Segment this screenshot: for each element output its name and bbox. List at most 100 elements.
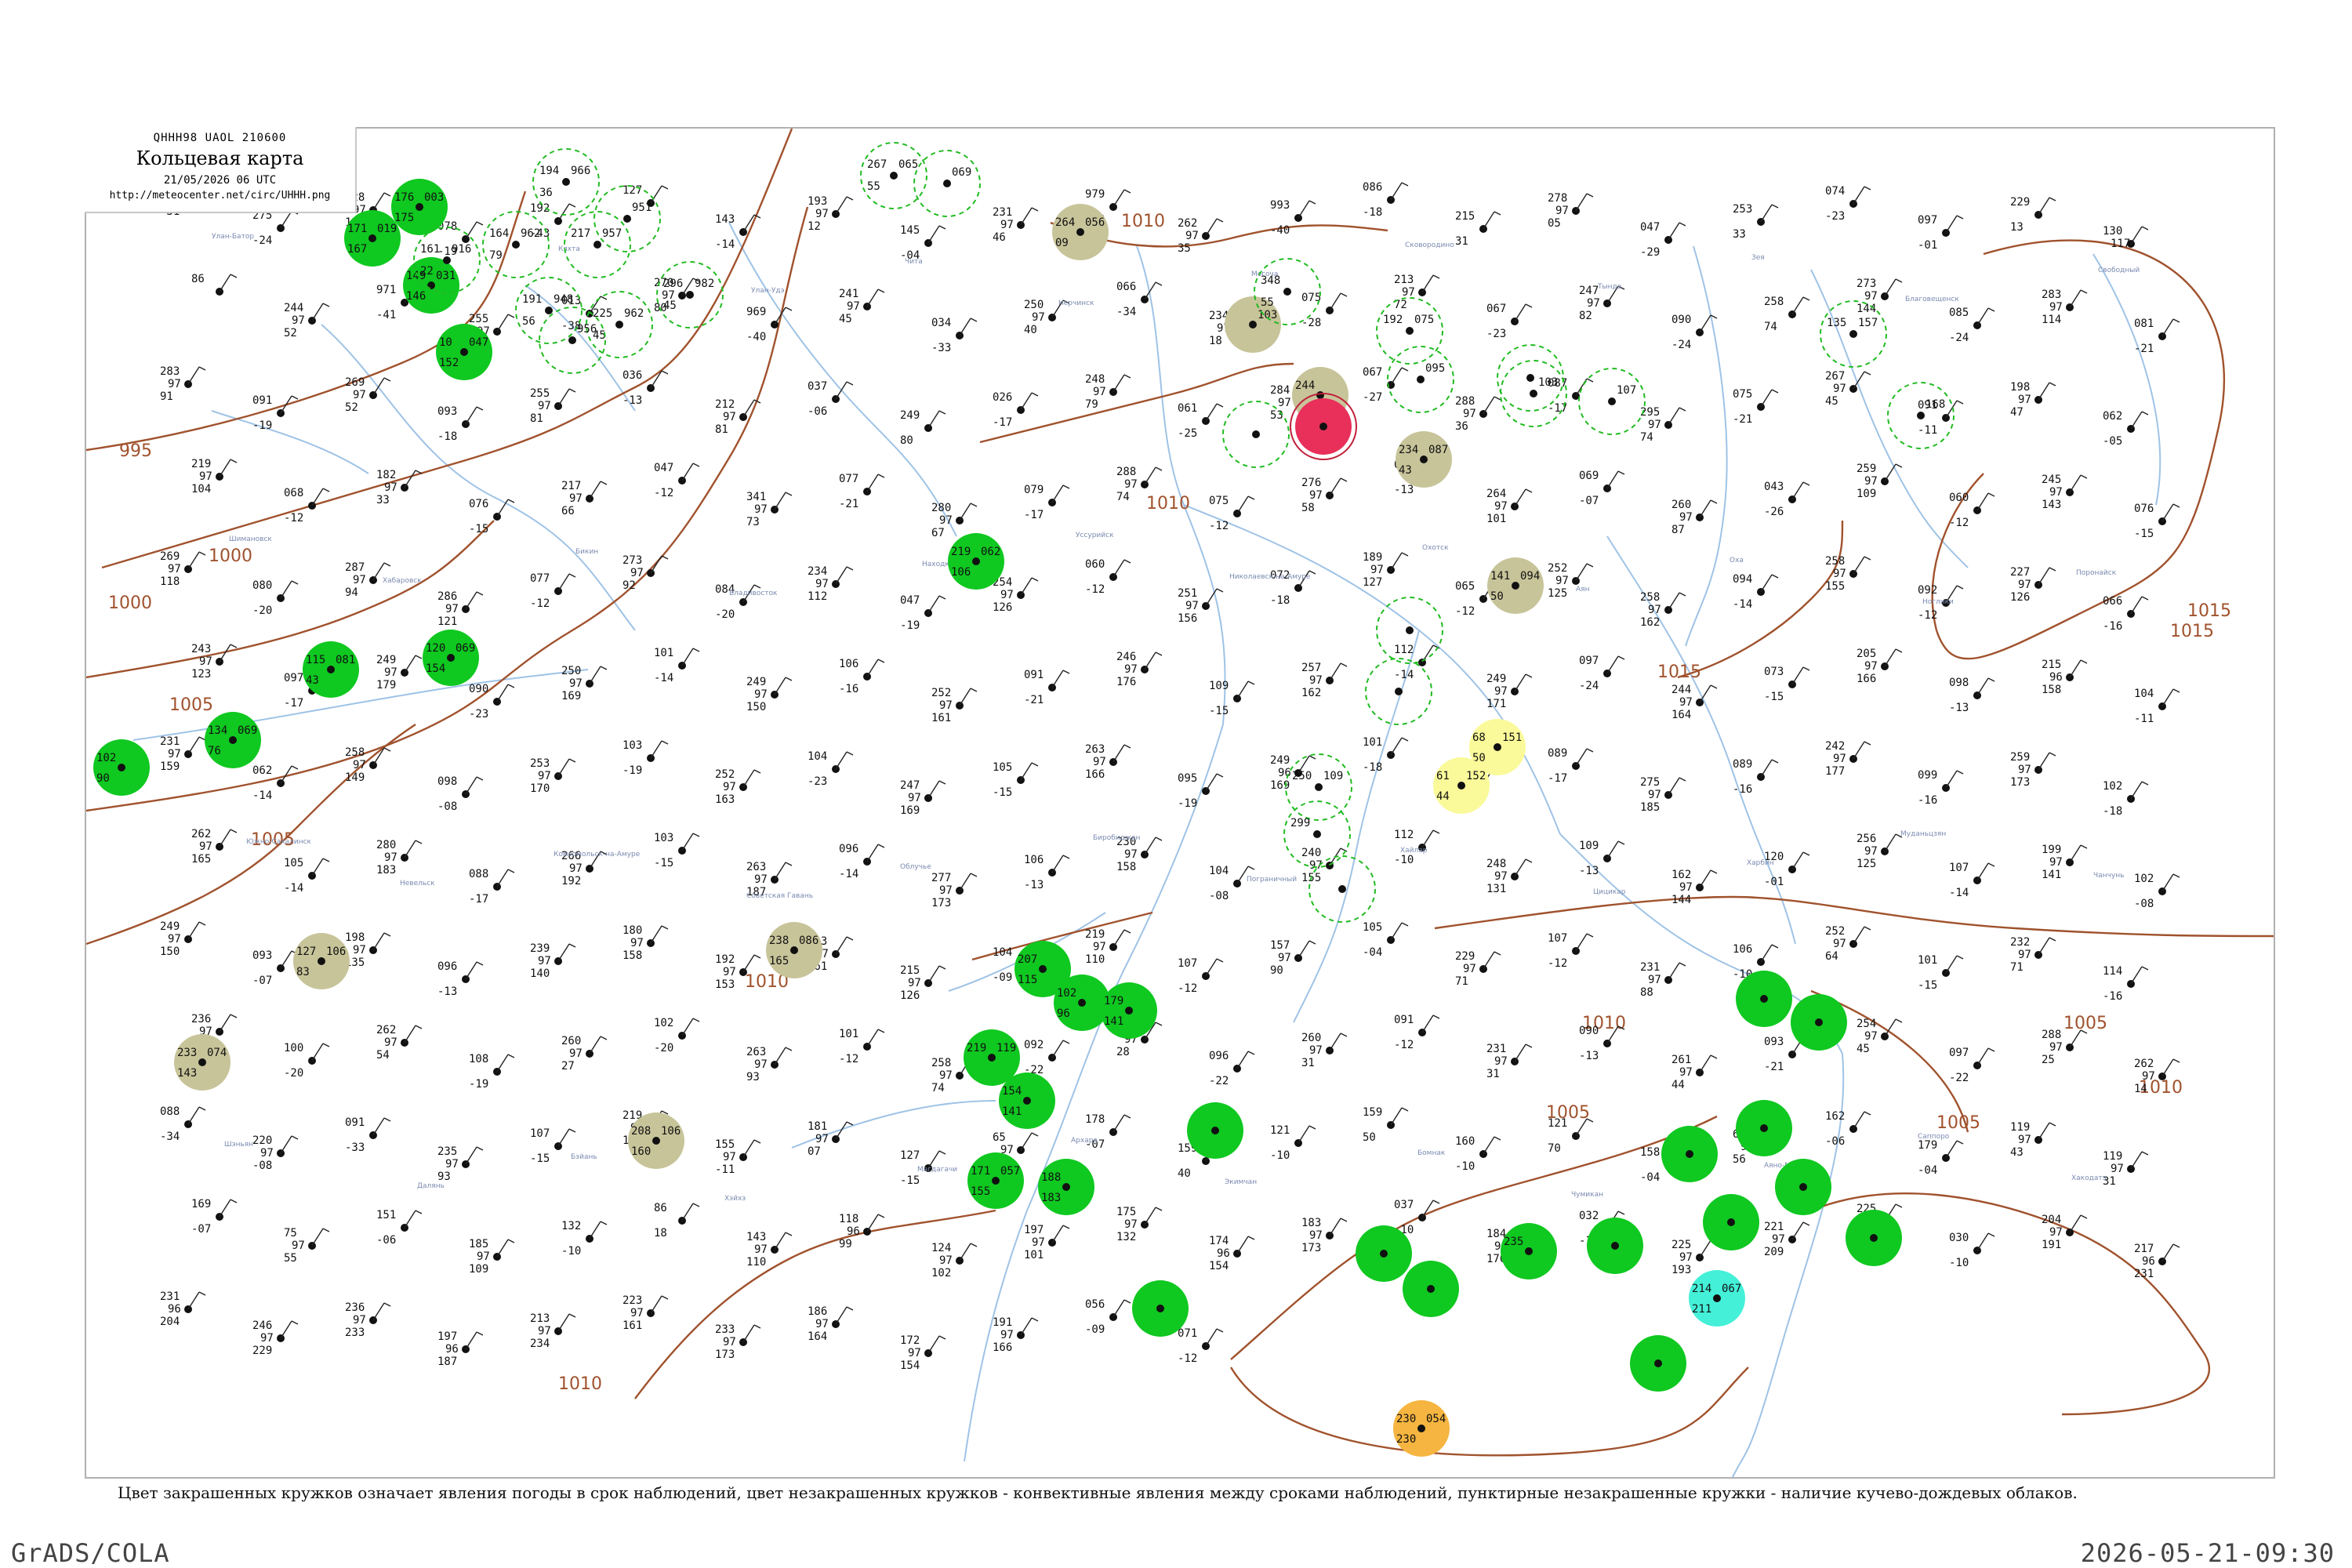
weather-circle-precip-green[interactable] bbox=[1132, 1280, 1189, 1337]
station-plot[interactable]: 2529764 bbox=[1825, 925, 1871, 963]
station-plot[interactable]: 23697233 bbox=[345, 1301, 391, 1339]
station-plot[interactable]: 076-15 bbox=[2134, 503, 2180, 540]
station-plot[interactable]: 22097-08 bbox=[252, 1134, 299, 1172]
station-plot[interactable]: 103-15 bbox=[654, 832, 700, 869]
station-plot[interactable]: 145-04 bbox=[900, 224, 946, 262]
station-plot[interactable]: 104-11 bbox=[2134, 688, 2180, 725]
station-plot[interactable]: 24997150 bbox=[746, 676, 793, 713]
station-plot[interactable]: 1939712 bbox=[808, 195, 854, 233]
station-plot[interactable]: 075-21 bbox=[1733, 388, 1779, 426]
station-plot[interactable]: 12497102 bbox=[931, 1242, 978, 1279]
station-plot[interactable]: 24697176 bbox=[1116, 651, 1163, 688]
station-plot[interactable]: 25297163 bbox=[715, 768, 761, 806]
station-plot[interactable]: 19197166 bbox=[993, 1316, 1039, 1354]
station-plot[interactable]: 096-14 bbox=[839, 843, 885, 880]
station-plot[interactable]: 089-16 bbox=[1733, 758, 1779, 796]
weather-circle-fog-olive[interactable]: 208 106160 bbox=[628, 1112, 684, 1169]
station-plot[interactable]: 102-20 bbox=[654, 1017, 700, 1054]
station-plot[interactable]: 034-33 bbox=[931, 317, 978, 354]
station-plot[interactable]: 24697229 bbox=[252, 1319, 299, 1357]
station-plot[interactable]: 28697121 bbox=[437, 590, 484, 628]
station-plot[interactable]: 19796187 bbox=[437, 1330, 484, 1368]
station-plot[interactable]: 114-16 bbox=[2103, 965, 2149, 1003]
station-plot[interactable]: 24980 bbox=[900, 409, 946, 447]
station-plot[interactable]: 2449752 bbox=[284, 302, 330, 339]
station-plot[interactable]: 18597109 bbox=[469, 1238, 515, 1276]
station-plot[interactable]: 102-18 bbox=[2103, 780, 2149, 818]
cb-cloud-circle[interactable]: 267 06555 bbox=[860, 142, 927, 209]
station-plot[interactable]: 759755 bbox=[284, 1227, 330, 1265]
station-plot[interactable]: 22913 bbox=[2010, 196, 2056, 234]
weather-circle-precip-green[interactable]: 115 08143 bbox=[303, 641, 359, 698]
station-plot[interactable]: 8618 bbox=[654, 1202, 700, 1240]
station-plot[interactable]: 2789705 bbox=[1548, 192, 1594, 230]
station-plot[interactable]: 15950 bbox=[1363, 1106, 1409, 1144]
station-plot[interactable]: 162-06 bbox=[1825, 1110, 1871, 1148]
station-plot[interactable]: 030-10 bbox=[1949, 1232, 1995, 1269]
cb-cloud-circle[interactable]: 095 bbox=[1387, 346, 1454, 413]
station-plot[interactable]: 2889736 bbox=[1455, 395, 1501, 433]
station-plot[interactable]: 21997104 bbox=[191, 458, 238, 495]
station-plot[interactable]: 132-10 bbox=[561, 1220, 608, 1258]
station-plot[interactable]: 121-10 bbox=[1270, 1124, 1316, 1162]
station-plot[interactable]: 105-04 bbox=[1363, 921, 1409, 959]
station-plot[interactable]: 25874 bbox=[1764, 296, 1810, 333]
station-plot[interactable]: 14397110 bbox=[746, 1231, 793, 1269]
station-plot[interactable]: 17597132 bbox=[1116, 1206, 1163, 1243]
station-plot[interactable]: 104-08 bbox=[1209, 865, 1255, 902]
station-plot[interactable]: 23196204 bbox=[160, 1290, 206, 1328]
station-plot[interactable]: 097-01 bbox=[1918, 214, 1964, 252]
weather-circle-precip-green[interactable]: 10290 bbox=[93, 739, 150, 796]
station-plot[interactable]: 27797173 bbox=[931, 872, 978, 909]
weather-circle-precip-green[interactable]: 10 047152 bbox=[436, 324, 492, 380]
weather-circle-precip-green[interactable]: 134 06976 bbox=[205, 712, 261, 768]
station-plot[interactable]: 091-33 bbox=[345, 1116, 391, 1154]
weather-circle-precip-green[interactable]: 235 bbox=[1501, 1223, 1557, 1279]
station-plot[interactable]: 104-23 bbox=[808, 750, 854, 788]
station-plot[interactable]: 066-16 bbox=[2103, 595, 2149, 633]
station-plot[interactable]: 108-19 bbox=[469, 1053, 515, 1091]
station-plot[interactable]: 036-13 bbox=[622, 369, 669, 407]
station-plot[interactable]: 2839791 bbox=[160, 365, 206, 403]
station-plot[interactable]: 22797126 bbox=[2010, 566, 2056, 604]
station-plot[interactable]: 25797162 bbox=[1301, 662, 1348, 699]
station-plot[interactable]: 093-18 bbox=[437, 405, 484, 443]
station-plot[interactable]: 092-22 bbox=[1024, 1039, 1070, 1076]
station-plot[interactable]: 2629754 bbox=[376, 1024, 423, 1062]
weather-circle-fog-olive[interactable]: 234 08743 bbox=[1396, 431, 1452, 488]
station-plot[interactable]: 109-15 bbox=[1209, 680, 1255, 717]
station-plot[interactable]: 130117 bbox=[2103, 225, 2149, 250]
station-plot[interactable]: 22597193 bbox=[1671, 1239, 1718, 1276]
cb-cloud-circle[interactable]: 069 bbox=[913, 150, 981, 217]
station-plot[interactable]: 088-34 bbox=[160, 1105, 206, 1143]
station-plot[interactable]: 24997150 bbox=[160, 920, 206, 958]
station-plot[interactable]: 26397166 bbox=[1085, 743, 1131, 781]
weather-circle-precip-green[interactable] bbox=[1775, 1159, 1831, 1215]
weather-circle-fog-olive[interactable]: 127 10683 bbox=[293, 933, 350, 989]
station-plot[interactable]: 27597185 bbox=[1640, 776, 1686, 814]
station-plot[interactable]: 093-07 bbox=[252, 949, 299, 987]
station-plot[interactable]: 2639793 bbox=[746, 1046, 793, 1083]
weather-circle-precip-green[interactable]: 171 019167 bbox=[344, 210, 401, 267]
station-plot[interactable]: 098-13 bbox=[1949, 677, 1995, 714]
station-plot[interactable]: 026-17 bbox=[993, 391, 1039, 429]
station-plot[interactable]: 056-09 bbox=[1085, 1298, 1131, 1336]
station-plot[interactable]: 086-18 bbox=[1363, 181, 1409, 219]
station-plot[interactable]: 993-40 bbox=[1270, 199, 1316, 237]
station-plot[interactable]: 21397234 bbox=[530, 1312, 576, 1350]
station-plot[interactable]: 102-08 bbox=[2134, 873, 2180, 910]
station-plot[interactable]: 101-14 bbox=[654, 647, 700, 684]
weather-circle-fog-olive[interactable]: 233 074143 bbox=[174, 1034, 230, 1091]
station-plot[interactable]: 151-06 bbox=[376, 1209, 423, 1247]
station-plot[interactable]: 2299771 bbox=[1455, 950, 1501, 988]
station-plot[interactable]: 1989747 bbox=[2010, 381, 2056, 419]
station-plot[interactable]: 25697125 bbox=[1857, 833, 1903, 870]
station-plot[interactable]: 100-20 bbox=[284, 1042, 330, 1080]
station-plot[interactable]: 20597166 bbox=[1857, 648, 1903, 685]
station-plot[interactable]: 096-13 bbox=[437, 960, 484, 998]
station-plot[interactable]: 097-22 bbox=[1949, 1047, 1995, 1084]
station-plot[interactable]: 097-24 bbox=[1579, 655, 1625, 692]
station-plot[interactable]: 107-12 bbox=[1548, 932, 1594, 970]
station-plot[interactable]: 26297165 bbox=[191, 828, 238, 866]
station-plot[interactable]: 26997118 bbox=[160, 550, 206, 588]
